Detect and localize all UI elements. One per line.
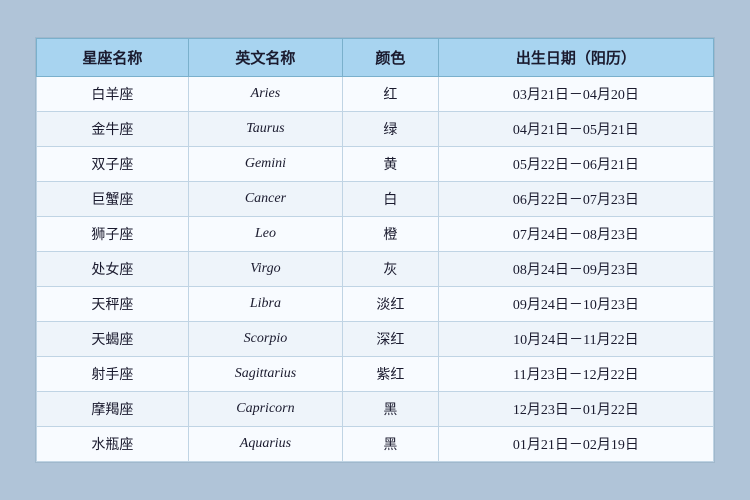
cell-dates: 04月21日－05月21日 <box>438 112 713 147</box>
cell-dates: 01月21日－02月19日 <box>438 427 713 462</box>
cell-dates: 12月23日－01月22日 <box>438 392 713 427</box>
cell-english-name: Cancer <box>188 182 342 217</box>
cell-color: 淡红 <box>343 287 439 322</box>
cell-chinese-name: 处女座 <box>37 252 189 287</box>
cell-chinese-name: 白羊座 <box>37 77 189 112</box>
table-row: 水瓶座Aquarius黑01月21日－02月19日 <box>37 427 714 462</box>
cell-english-name: Capricorn <box>188 392 342 427</box>
cell-chinese-name: 摩羯座 <box>37 392 189 427</box>
cell-color: 白 <box>343 182 439 217</box>
cell-color: 黑 <box>343 392 439 427</box>
table-row: 摩羯座Capricorn黑12月23日－01月22日 <box>37 392 714 427</box>
table-header-row: 星座名称 英文名称 颜色 出生日期（阳历） <box>37 39 714 77</box>
table-body: 白羊座Aries红03月21日－04月20日金牛座Taurus绿04月21日－0… <box>37 77 714 462</box>
cell-english-name: Scorpio <box>188 322 342 357</box>
zodiac-table: 星座名称 英文名称 颜色 出生日期（阳历） 白羊座Aries红03月21日－04… <box>36 38 714 462</box>
zodiac-table-container: 星座名称 英文名称 颜色 出生日期（阳历） 白羊座Aries红03月21日－04… <box>35 37 715 463</box>
cell-chinese-name: 巨蟹座 <box>37 182 189 217</box>
header-color: 颜色 <box>343 39 439 77</box>
cell-english-name: Gemini <box>188 147 342 182</box>
table-row: 天蝎座Scorpio深红10月24日－11月22日 <box>37 322 714 357</box>
header-chinese-name: 星座名称 <box>37 39 189 77</box>
cell-color: 橙 <box>343 217 439 252</box>
cell-dates: 07月24日－08月23日 <box>438 217 713 252</box>
cell-chinese-name: 金牛座 <box>37 112 189 147</box>
cell-dates: 06月22日－07月23日 <box>438 182 713 217</box>
cell-color: 黄 <box>343 147 439 182</box>
cell-english-name: Leo <box>188 217 342 252</box>
table-row: 巨蟹座Cancer白06月22日－07月23日 <box>37 182 714 217</box>
cell-chinese-name: 射手座 <box>37 357 189 392</box>
cell-dates: 10月24日－11月22日 <box>438 322 713 357</box>
table-row: 处女座Virgo灰08月24日－09月23日 <box>37 252 714 287</box>
cell-english-name: Aquarius <box>188 427 342 462</box>
cell-english-name: Aries <box>188 77 342 112</box>
cell-color: 灰 <box>343 252 439 287</box>
cell-color: 紫红 <box>343 357 439 392</box>
cell-dates: 11月23日－12月22日 <box>438 357 713 392</box>
table-row: 狮子座Leo橙07月24日－08月23日 <box>37 217 714 252</box>
table-row: 白羊座Aries红03月21日－04月20日 <box>37 77 714 112</box>
cell-dates: 08月24日－09月23日 <box>438 252 713 287</box>
cell-dates: 09月24日－10月23日 <box>438 287 713 322</box>
cell-chinese-name: 天蝎座 <box>37 322 189 357</box>
cell-dates: 05月22日－06月21日 <box>438 147 713 182</box>
cell-color: 深红 <box>343 322 439 357</box>
cell-chinese-name: 天秤座 <box>37 287 189 322</box>
cell-chinese-name: 狮子座 <box>37 217 189 252</box>
cell-english-name: Taurus <box>188 112 342 147</box>
table-row: 双子座Gemini黄05月22日－06月21日 <box>37 147 714 182</box>
cell-color: 绿 <box>343 112 439 147</box>
header-english-name: 英文名称 <box>188 39 342 77</box>
cell-english-name: Virgo <box>188 252 342 287</box>
cell-dates: 03月21日－04月20日 <box>438 77 713 112</box>
cell-color: 黑 <box>343 427 439 462</box>
cell-color: 红 <box>343 77 439 112</box>
header-dates: 出生日期（阳历） <box>438 39 713 77</box>
cell-english-name: Libra <box>188 287 342 322</box>
cell-chinese-name: 水瓶座 <box>37 427 189 462</box>
table-row: 射手座Sagittarius紫红11月23日－12月22日 <box>37 357 714 392</box>
table-row: 金牛座Taurus绿04月21日－05月21日 <box>37 112 714 147</box>
cell-chinese-name: 双子座 <box>37 147 189 182</box>
table-row: 天秤座Libra淡红09月24日－10月23日 <box>37 287 714 322</box>
cell-english-name: Sagittarius <box>188 357 342 392</box>
